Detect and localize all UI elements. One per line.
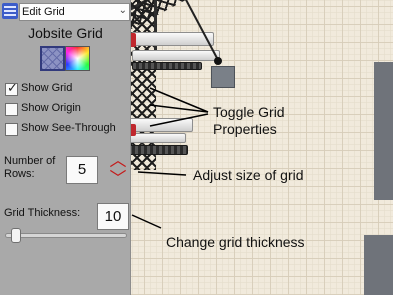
- show-origin-row[interactable]: Show Origin: [5, 102, 95, 117]
- mode-dropdown-value: Edit Grid: [22, 6, 65, 18]
- show-grid-checkbox[interactable]: ✓: [5, 80, 18, 96]
- show-see-through-row[interactable]: Show See-Through: [5, 122, 127, 137]
- show-see-through-checkbox[interactable]: [5, 123, 18, 136]
- rows-label-line1: Number of: [4, 155, 56, 167]
- rows-value-field[interactable]: 5: [66, 156, 98, 184]
- rows-decrease-button[interactable]: ﹀: [108, 170, 128, 187]
- grid-thickness-label: Grid Thickness:: [4, 207, 81, 219]
- annotation-rows: Adjust size of grid: [193, 167, 304, 183]
- show-see-through-label: Show See-Through: [21, 122, 116, 134]
- grid-thickness-field[interactable]: 10: [97, 203, 129, 230]
- color-wheel-icon[interactable]: [65, 46, 90, 71]
- annotation-toggle-line1: Toggle Grid: [213, 104, 285, 120]
- checkmark-icon: ✓: [7, 80, 18, 95]
- edit-grid-panel: Edit Grid ⌄ Jobsite Grid ✓ Show Grid Sho…: [0, 0, 131, 295]
- grid-pattern-icon[interactable]: [40, 46, 65, 71]
- annotation-toggle-line2: Properties: [213, 121, 277, 137]
- show-grid-row[interactable]: ✓ Show Grid: [5, 80, 95, 97]
- show-grid-label: Show Grid: [21, 82, 73, 94]
- rows-increase-button[interactable]: ︿: [108, 152, 128, 169]
- annotation-toggle-grid: Toggle Grid Properties: [213, 104, 285, 138]
- annotation-thickness: Change grid thickness: [166, 234, 305, 250]
- show-origin-checkbox[interactable]: [5, 103, 18, 116]
- grid-thickness-slider-handle[interactable]: [11, 228, 21, 243]
- number-of-rows-label: Number of Rows:: [4, 155, 55, 181]
- hamburger-menu-icon[interactable]: [2, 3, 18, 19]
- rows-label-line2: Rows:: [4, 168, 35, 180]
- show-origin-label: Show Origin: [21, 102, 81, 114]
- chevron-down-icon: ⌄: [118, 5, 127, 16]
- mode-dropdown[interactable]: Edit Grid ⌄: [19, 3, 130, 21]
- grid-thickness-slider[interactable]: [5, 233, 127, 238]
- panel-title: Jobsite Grid: [28, 25, 103, 41]
